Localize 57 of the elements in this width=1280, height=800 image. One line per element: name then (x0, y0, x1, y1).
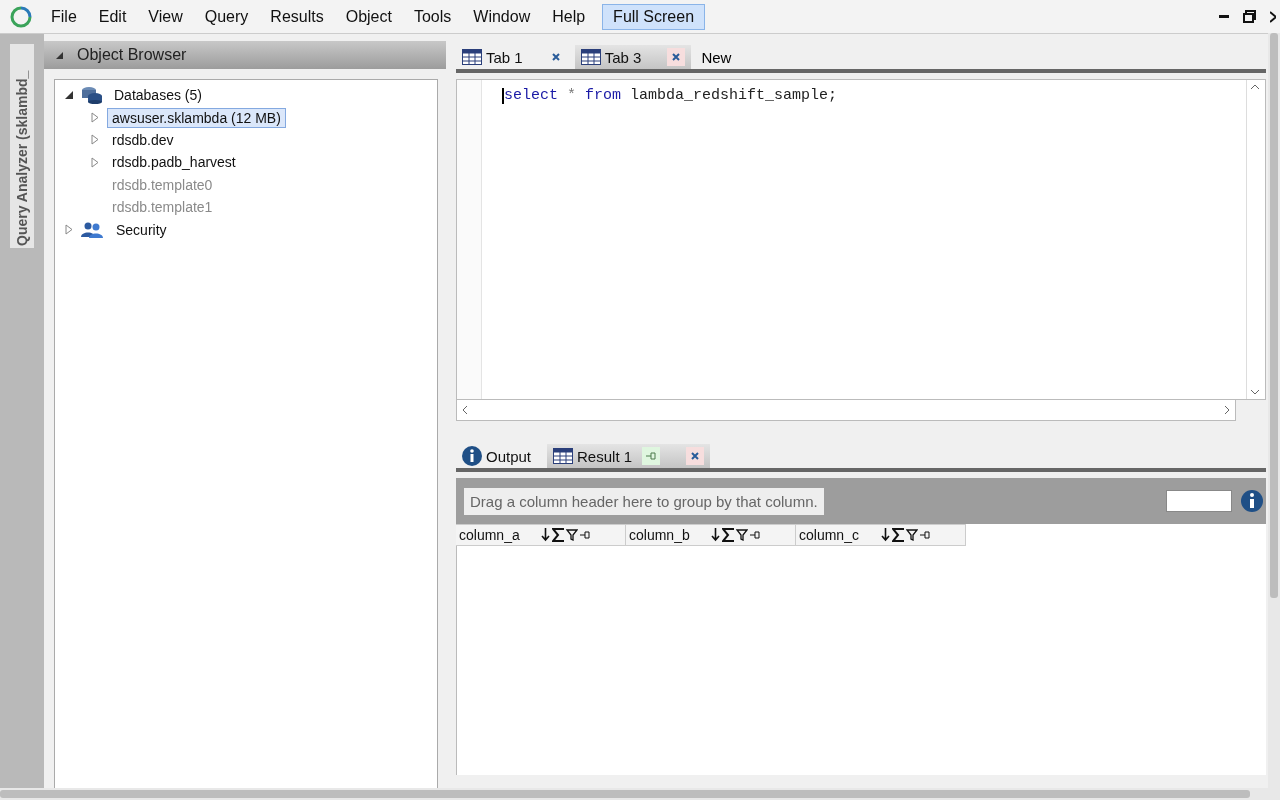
restore-icon[interactable] (1243, 10, 1256, 23)
output-tab[interactable]: Output (456, 444, 538, 468)
menu-item[interactable]: Results (259, 4, 335, 29)
sum-icon[interactable] (722, 528, 734, 542)
info-icon[interactable] (1240, 489, 1264, 513)
menu-item[interactable]: File (40, 4, 88, 29)
sql-code-line[interactable]: select * from lambda_redshift_sample; (502, 88, 1246, 104)
app-logo-icon (10, 5, 32, 28)
tree-item[interactable]: Security (111, 219, 172, 240)
filter-icon[interactable] (736, 529, 748, 541)
sort-icon[interactable] (541, 528, 550, 542)
menu-item[interactable]: View (137, 4, 194, 29)
filter-icon[interactable] (906, 529, 918, 541)
pin-icon[interactable] (750, 531, 760, 539)
menu-item[interactable]: Window (462, 4, 542, 29)
full-screen-button[interactable]: Full Screen (602, 3, 706, 30)
vertical-scrollbar[interactable] (1268, 33, 1280, 788)
grid-icon (580, 49, 601, 65)
sum-icon[interactable] (892, 528, 904, 542)
column-header[interactable]: column_c (796, 524, 966, 546)
menu-item[interactable]: Help (541, 4, 597, 29)
expand-icon[interactable] (91, 156, 99, 168)
sort-icon[interactable] (711, 528, 720, 542)
menu-item[interactable]: Query (193, 4, 260, 29)
collapse-icon[interactable] (56, 51, 63, 59)
info-icon (462, 446, 482, 466)
expand-icon[interactable] (65, 224, 73, 236)
editor-tab[interactable]: Tab 3 (574, 45, 692, 69)
expand-icon[interactable] (91, 134, 99, 146)
collapse-icon[interactable] (65, 91, 73, 100)
menu-item[interactable]: Object (334, 4, 403, 29)
expand-icon[interactable] (91, 112, 99, 124)
minimize-icon[interactable] (1219, 14, 1229, 19)
database-icon (81, 86, 103, 105)
group-by-hint: Drag a column header here to group by that column. (464, 487, 824, 515)
editor-tab[interactable]: Tab 1 (456, 45, 571, 69)
sort-icon[interactable] (881, 528, 890, 542)
tree-item[interactable]: rdsdb.padb_harvest (107, 152, 241, 173)
column-header[interactable]: column_b (626, 524, 796, 546)
users-icon (81, 221, 103, 238)
tree-item[interactable]: rdsdb.dev (107, 129, 179, 150)
search-field[interactable] (1166, 490, 1232, 512)
tree-item[interactable]: Databases (5) (109, 85, 207, 106)
menu-item[interactable]: Tools (402, 4, 463, 29)
side-panel-tab[interactable]: Query Analyzer (sklambd_ (10, 44, 34, 248)
tree-item[interactable]: awsuser.sklambda (12 MB) (107, 107, 286, 128)
column-header[interactable]: column_a (456, 524, 626, 546)
pin-icon[interactable] (580, 531, 590, 539)
horizontal-scrollbar[interactable] (0, 788, 1280, 800)
new-tab-button[interactable]: New (695, 45, 738, 69)
grid-icon (553, 448, 574, 464)
menu-item[interactable]: Edit (87, 4, 138, 29)
pin-icon[interactable] (920, 531, 930, 539)
grid-icon (462, 49, 482, 65)
filter-icon[interactable] (566, 529, 578, 541)
panel-title: Object Browser (77, 46, 187, 64)
sum-icon[interactable] (552, 528, 564, 542)
